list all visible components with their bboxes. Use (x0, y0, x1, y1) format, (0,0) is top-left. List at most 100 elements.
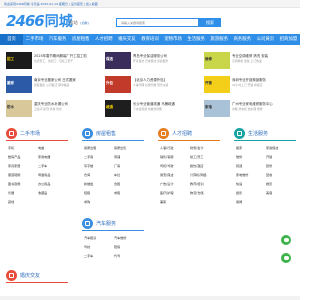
nav-item[interactable]: 商务服务 (231, 34, 254, 45)
listing-title[interactable]: 深圳专业开锁换锁服务 (232, 77, 294, 82)
category-link[interactable]: 家用电器 (38, 154, 50, 159)
listing-thumbnail[interactable]: 保洁 (105, 52, 131, 69)
listing-title[interactable]: 青岛专业保洁服务公司 (133, 53, 195, 58)
listing-thumbnail[interactable]: 家电 (204, 100, 230, 117)
category-title[interactable]: 生活服务 (248, 130, 268, 137)
category-link[interactable]: 短租 (84, 190, 90, 195)
listing-card[interactable]: 搬家 南京专业搬家公司 日式搬家 居民搬家 公司搬迁 钢琴搬运 (6, 76, 98, 101)
category-link[interactable]: 办公用品 (38, 181, 50, 186)
search-button[interactable]: 搜索 (199, 18, 221, 27)
nav-item[interactable]: 房屋租售 (69, 34, 92, 45)
category-link[interactable]: 合租 (114, 181, 120, 186)
listing-title[interactable]: 2025年春节期间服装厂开工招工啦 (34, 53, 96, 58)
category-link[interactable]: 疏通 (236, 163, 242, 168)
category-link[interactable]: 驾校 (84, 244, 90, 249)
listing-thumbnail[interactable]: 开锁 (204, 76, 230, 93)
category-link[interactable]: 家具家居 (8, 163, 20, 168)
nav-item[interactable]: 公司黄页 (254, 34, 277, 45)
category-link[interactable]: 手机 (8, 145, 14, 150)
category-link[interactable]: 电脑 (38, 145, 44, 150)
category-link[interactable]: 美容 (266, 190, 272, 195)
nav-item[interactable]: 人才招聘 (92, 34, 115, 45)
nav-item[interactable]: 招商加盟 (277, 34, 300, 45)
listing-title[interactable]: 广州专业家电维修服务中心 (232, 101, 294, 106)
category-link[interactable]: 数码产品 (8, 154, 20, 159)
category-link[interactable]: 装修 (266, 163, 272, 168)
category-link[interactable]: 婚庆 (266, 181, 272, 186)
search-input[interactable] (116, 18, 199, 27)
listing-card[interactable]: 维修 专业空调维修 清洗 安装 空调移机 加氟 上门快速 (204, 52, 296, 77)
nav-item[interactable]: 生活服务 (185, 34, 208, 45)
category-link[interactable]: 新楼盘 (84, 181, 93, 186)
category-link[interactable]: 二手车 (38, 163, 47, 168)
listing-thumbnail[interactable]: 疏通 (105, 100, 131, 117)
nav-item[interactable]: 旅游服务 (208, 34, 231, 45)
nav-item[interactable]: 婚庆交友 (115, 34, 138, 45)
category-link[interactable]: 厂房 (114, 163, 120, 168)
listing-thumbnail[interactable]: 搬家 (6, 76, 32, 93)
category-link[interactable]: 家政保洁 (266, 145, 278, 150)
listing-thumbnail[interactable]: 防水 (6, 100, 32, 117)
category-link[interactable]: 销售/客服 (160, 154, 173, 159)
listing-card[interactable]: 招工 2025年春节期间服装厂开工招工啦 急招普工、缝纫工、包装工若干 (6, 52, 98, 77)
nav-item[interactable]: 首页 (0, 34, 24, 45)
category-link[interactable]: 物流/仓储 (190, 190, 203, 195)
listing-title[interactable]: 南京专业搬家公司 日式搬家 (34, 77, 96, 82)
category-link[interactable]: 家电维修 (236, 172, 248, 177)
category-title[interactable]: 房屋租售 (96, 130, 116, 137)
category-link[interactable]: 保安/保洁 (160, 172, 173, 177)
category-link[interactable]: 商铺 (114, 154, 120, 159)
category-link[interactable]: 兼职 (160, 199, 166, 204)
nav-item[interactable]: 宠物市场 (162, 34, 185, 45)
listing-title[interactable]: 长沙专业管道疏通 马桶疏通 (133, 101, 195, 106)
category-title[interactable]: 人才招聘 (172, 130, 192, 137)
category-title[interactable]: 汽车服务 (96, 220, 116, 227)
listing-title[interactable]: 重庆专业防水补漏公司 (34, 101, 96, 106)
category-link[interactable]: 母婴用品 (38, 172, 50, 177)
category-link[interactable]: 写字楼 (84, 163, 93, 168)
listing-thumbnail[interactable]: 外包 (105, 76, 131, 93)
category-link[interactable]: 收藏品 (38, 190, 47, 195)
category-link[interactable]: 维修 (236, 154, 242, 159)
listing-thumbnail[interactable]: 维修 (204, 52, 230, 69)
category-link[interactable]: 餐饮/酒店 (190, 163, 203, 168)
listing-card[interactable]: 保洁 青岛专业保洁服务公司 开荒保洁 日常保洁 家政服务 (105, 52, 197, 77)
category-link[interactable]: 教育/培训 (190, 181, 203, 186)
category-title[interactable]: 婚庆交友 (20, 272, 40, 279)
wechat-icon[interactable] (281, 235, 291, 245)
listing-title[interactable]: 专业空调维修 清洗 安装 (232, 53, 294, 58)
category-link[interactable]: 代驾 (114, 253, 120, 258)
category-link[interactable]: 求购 (84, 199, 90, 204)
category-link[interactable]: 仓库 (84, 172, 90, 177)
listing-title[interactable]: 【北京人力资源外包】 (133, 77, 195, 82)
category-link[interactable]: 人事/行政 (160, 145, 173, 150)
category-title[interactable]: 二手市场 (20, 130, 40, 137)
category-link[interactable]: 开锁 (266, 154, 272, 159)
category-link[interactable]: 服装鞋帽 (8, 172, 20, 177)
listing-card[interactable]: 疏通 长沙专业管道疏通 马桶疏通 下水道疏通 化粪池清理 (105, 100, 197, 125)
site-logo[interactable]: 2466同城 (6, 11, 73, 30)
category-link[interactable]: 计算机/网络 (190, 172, 207, 177)
city-switch[interactable]: [切换] (80, 21, 88, 25)
nav-item[interactable]: 二手市场 (23, 34, 46, 45)
listing-card[interactable]: 防水 重庆专业防水补漏公司 卫生间 屋顶 外墙 防水 (6, 100, 98, 125)
listing-card[interactable]: 家电 广州专业家电维修服务中心 冰箱 洗衣机 热水器 维修 (204, 100, 296, 125)
category-link[interactable]: 保姆 (236, 199, 242, 204)
listing-card[interactable]: 外包 【北京人力资源外包】 人事代理 社保代缴 劳务派遣 (105, 76, 197, 101)
category-link[interactable]: 二手房 (84, 154, 93, 159)
category-link[interactable]: 求租 (114, 190, 120, 195)
category-link[interactable]: 车位 (114, 172, 120, 177)
category-link[interactable]: 司机/驾驶 (160, 163, 173, 168)
category-link[interactable]: 广告/设计 (160, 181, 173, 186)
nav-item[interactable]: 汽车服务 (46, 34, 69, 45)
category-link[interactable]: 摄影 (236, 190, 242, 195)
listing-card[interactable]: 开锁 深圳专业开锁换锁服务 24小时上门 开锁 换锁芯 (204, 76, 296, 101)
category-link[interactable]: 快递 (236, 181, 242, 186)
category-link[interactable]: 图书音像 (8, 181, 20, 186)
category-link[interactable]: 技工/普工 (190, 154, 203, 159)
chat-icon[interactable] (281, 253, 291, 263)
category-link[interactable]: 其他 (8, 199, 14, 204)
category-link[interactable]: 二手车 (84, 253, 93, 258)
category-link[interactable]: 房屋出售 (114, 145, 126, 150)
category-link[interactable]: 陪练 (114, 244, 120, 249)
